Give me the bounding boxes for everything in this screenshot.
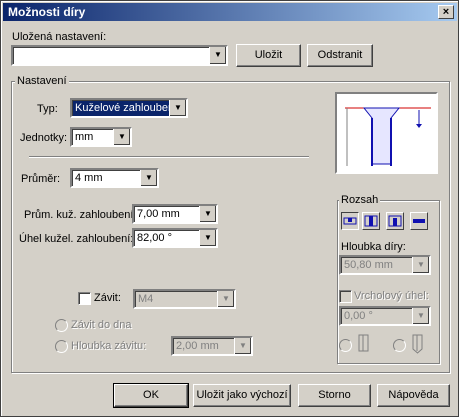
thread-depth-select[interactable]: 2,00 mm ▼ [171,336,253,356]
tip-angle-radio[interactable] [393,339,406,352]
countersink-angle-label: Úhel kužel. zahloubení: [19,233,134,245]
pointed-tip-icon [410,334,426,357]
range-through-icon[interactable] [362,212,380,230]
window-title: Možnosti díry [8,5,86,19]
countersink-angle-value: 82,00 ° [137,232,172,244]
tip-flat-radio[interactable] [339,339,352,352]
saved-settings-combo[interactable]: ▼ [11,45,228,66]
separator [29,156,309,158]
close-button[interactable]: × [438,5,454,19]
tip-angle-label: Vrcholový úhel: [354,290,429,302]
chevron-down-icon[interactable]: ▼ [234,338,251,354]
thread-depth-label: Hloubka závitu: [71,340,147,352]
save-settings-button[interactable]: Uložit [236,44,301,67]
title-bar[interactable]: Možnosti díry × [3,3,457,21]
flat-tip-icon [356,334,372,357]
type-label: Typ: [37,103,58,115]
range-to-object-icon[interactable] [386,212,404,230]
thread-select[interactable]: M4 ▼ [133,289,236,309]
thread-to-bottom-radio[interactable] [55,319,68,332]
thread-depth-value: 2,00 mm [176,340,219,352]
tip-angle-value: 0,00 ° [344,310,373,322]
thread-to-bottom-label: Závit do dna [71,319,132,331]
chevron-down-icon[interactable]: ▼ [140,170,157,186]
hole-preview-diagram [345,107,431,166]
depth-label: Hloubka díry: [341,241,406,253]
diameter-label: Průměr: [21,173,61,185]
hole-preview [335,92,438,174]
chevron-down-icon[interactable]: ▼ [209,47,226,64]
range-blind-icon[interactable] [341,212,359,230]
help-button[interactable]: Nápověda [377,384,450,407]
dialog-window: Možnosti díry × Uložená nastavení: ▼ Ulo… [0,0,459,417]
units-select[interactable]: mm ▼ [70,127,132,147]
diameter-value: 4 mm [75,172,103,184]
tip-angle-checkbox[interactable] [339,290,352,303]
chevron-down-icon[interactable]: ▼ [412,257,429,273]
thread-label: Závit: [94,292,121,304]
units-label: Jednotky: [20,132,68,144]
countersink-diameter-select[interactable]: 7,00 mm ▼ [132,204,218,224]
chevron-down-icon[interactable]: ▼ [169,100,186,116]
depth-value: 50,80 mm [344,259,393,271]
range-group-title: Rozsah [339,194,381,206]
tip-angle-select[interactable]: 0,00 ° ▼ [339,306,431,326]
range-full-icon[interactable] [410,212,428,230]
units-value: mm [75,131,94,143]
saved-settings-label: Uložená nastavení: [12,31,107,43]
remove-settings-button[interactable]: Odstranit [307,44,373,67]
cancel-button[interactable]: Storno [298,384,371,407]
countersink-angle-select[interactable]: 82,00 ° ▼ [132,228,218,248]
chevron-down-icon[interactable]: ▼ [217,291,234,307]
thread-depth-radio[interactable] [55,340,68,353]
chevron-down-icon[interactable]: ▼ [199,206,216,222]
save-default-button[interactable]: Uložit jako výchozí [193,384,291,407]
ok-button[interactable]: OK [113,383,189,408]
diameter-select[interactable]: 4 mm ▼ [70,168,159,188]
chevron-down-icon[interactable]: ▼ [113,129,130,145]
chevron-down-icon[interactable]: ▼ [412,308,429,324]
thread-checkbox[interactable] [78,292,91,305]
countersink-diameter-label: Prům. kuž. zahloubení: [24,209,137,221]
type-select[interactable]: Kuželové zahloubeni ▼ [70,98,188,118]
settings-group-title: Nastavení [15,75,69,87]
thread-value: M4 [138,293,154,305]
countersink-diameter-value: 7,00 mm [137,208,180,220]
chevron-down-icon[interactable]: ▼ [199,230,216,246]
depth-select[interactable]: 50,80 mm ▼ [339,255,431,275]
type-value: Kuželové zahloubeni [75,102,177,114]
